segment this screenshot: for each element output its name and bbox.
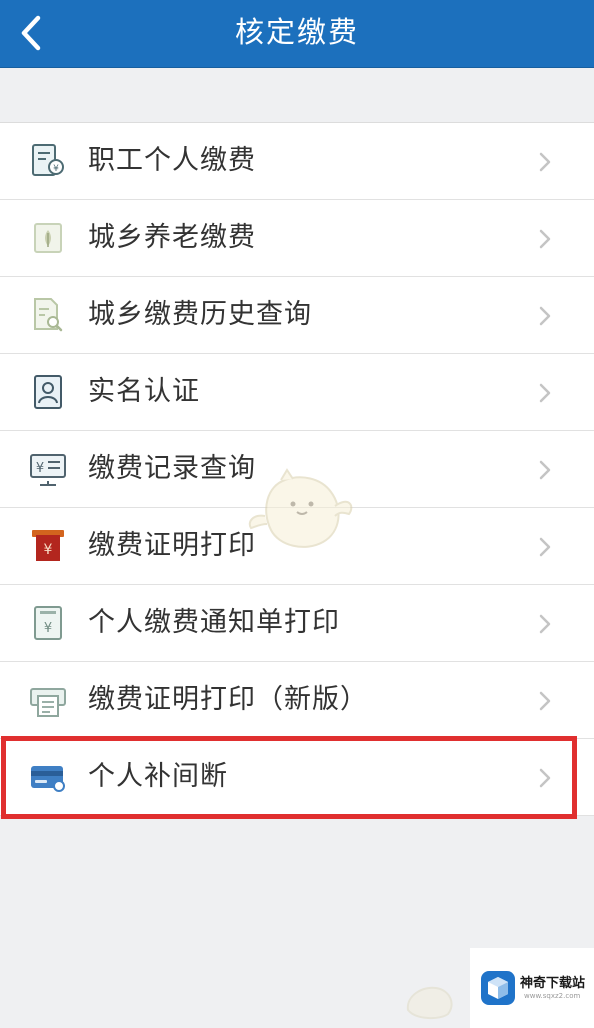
svg-text:¥: ¥ [44,542,53,558]
notice-print-icon: ¥ [34,606,62,640]
document-coin-icon: ¥ [32,144,64,176]
menu-item-payment-certificate-print-new[interactable]: 缴费证明打印（新版） [0,662,594,739]
top-bar: 核定缴费 [0,0,594,68]
chevron-right-icon [539,152,551,172]
menu-item-label: 职工个人缴费 [88,145,256,176]
svg-text:¥: ¥ [44,621,52,636]
menu-item-rural-pension-payment[interactable]: 城乡养老缴费 [0,200,594,277]
chevron-right-icon [539,460,551,480]
menu-item-personal-gap-supplement[interactable]: 个人补间断 [0,739,594,816]
menu-item-label: 缴费证明打印（新版） [88,684,368,715]
bank-card-icon [31,766,65,792]
menu-item-label: 缴费记录查询 [88,453,256,484]
chevron-right-icon [539,537,551,557]
certificate-print-icon: ¥ [32,530,64,561]
id-card-icon [34,375,62,409]
menu-item-label: 城乡缴费历史查询 [88,299,312,330]
svg-text:¥: ¥ [36,461,44,476]
menu-item-rural-history-query[interactable]: 城乡缴费历史查询 [0,277,594,354]
monitor-yen-icon: ¥ [30,454,66,486]
page-title: 核定缴费 [234,15,359,49]
menu-item-payment-certificate-print[interactable]: ¥ 缴费证明打印 [0,508,594,585]
menu-item-employee-payment[interactable]: ¥ 职工个人缴费 [0,123,594,200]
menu-item-label: 城乡养老缴费 [88,222,256,253]
menu-item-real-name-auth[interactable]: 实名认证 [0,354,594,431]
chevron-right-icon [539,306,551,326]
chevron-right-icon [539,691,551,711]
chevron-right-icon [539,768,551,788]
chevron-right-icon [539,614,551,634]
payment-menu: ¥ 职工个人缴费 城乡养老缴费 城乡缴费历史查询 实名认证 ¥ 缴费记录查询 ¥… [0,122,594,816]
menu-item-label: 缴费证明打印 [88,530,256,561]
document-search-icon [34,298,63,332]
svg-text:¥: ¥ [53,164,59,174]
chevron-right-icon [539,383,551,403]
menu-item-label: 个人缴费通知单打印 [88,607,340,638]
site-watermark: 神奇下载站 www.sqxz2.com [470,948,594,1028]
menu-item-payment-notice-print[interactable]: ¥ 个人缴费通知单打印 [0,585,594,662]
menu-item-label: 个人补间断 [88,761,228,792]
watermark-title: 神奇下载站 [520,976,586,991]
menu-item-payment-record-query[interactable]: ¥ 缴费记录查询 [0,431,594,508]
menu-item-label: 实名认证 [88,376,200,407]
chevron-right-icon [539,229,551,249]
printer-doc-icon [30,688,66,717]
cube-logo-icon [481,971,515,1005]
faded-mascot-icon [406,986,453,1020]
rice-badge-icon [34,223,62,253]
watermark-url: www.sqxz2.com [524,992,581,1000]
